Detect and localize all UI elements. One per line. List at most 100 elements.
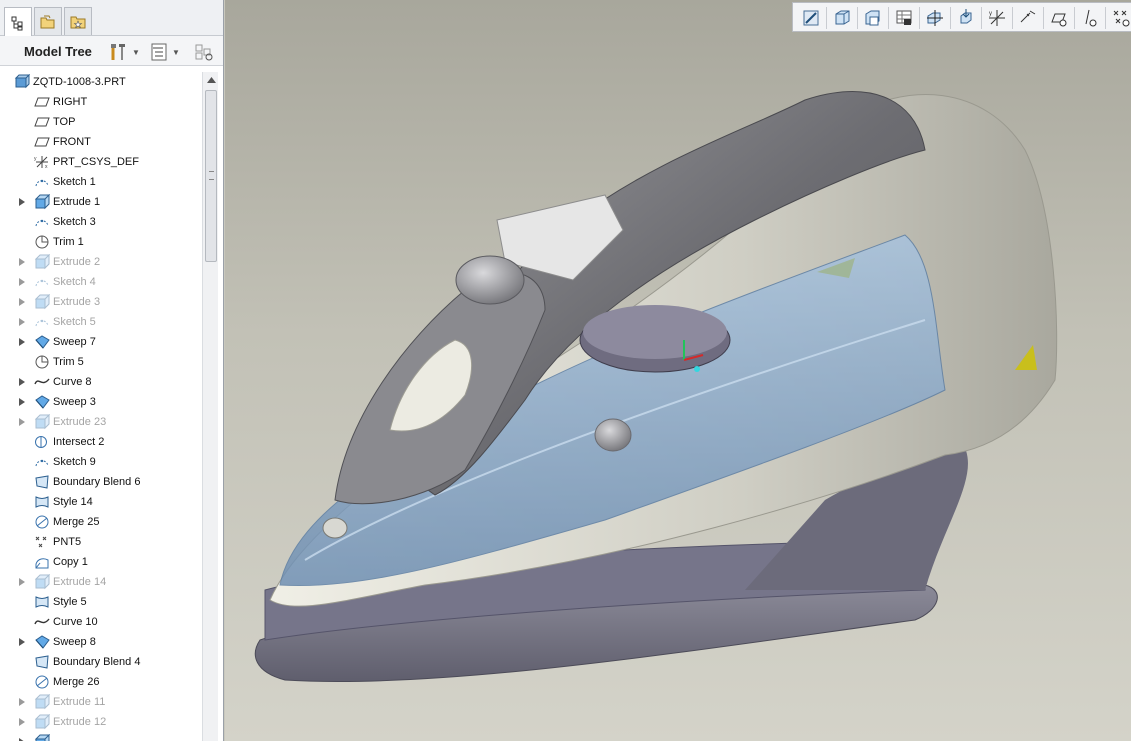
tree-item-label: Extrude 3 (53, 296, 101, 308)
tree-item[interactable]: Sketch 3 (6, 212, 202, 232)
tree-item[interactable]: Extrude 2 (6, 252, 202, 272)
tree-item[interactable]: Style 5 (6, 592, 202, 612)
tree-item-label: PRT_CSYS_DEF (53, 156, 139, 168)
tree-item[interactable]: Extrude 3 (6, 292, 202, 312)
saved-views-icon (896, 10, 912, 25)
trim-icon (35, 355, 49, 369)
tree-item-label: Extrude 12 (53, 716, 107, 728)
tree-item[interactable]: Extrude 14 (6, 572, 202, 592)
tree-item-label: Sketch 9 (53, 456, 96, 468)
expand-arrow-icon[interactable] (19, 258, 25, 266)
side-knob (594, 418, 632, 452)
expand-arrow-icon[interactable] (19, 418, 25, 426)
tree-root-part[interactable]: ZQTD-1008-3.PRT (6, 72, 202, 92)
tree-item[interactable]: Sketch 9 (6, 452, 202, 472)
tree-item[interactable]: FRONT (6, 132, 202, 152)
tree-item-label: FRONT (53, 136, 91, 148)
tree-item[interactable]: Boundary Blend 6 (6, 472, 202, 492)
svg-text:y: y (34, 156, 37, 162)
tree-item-label: TOP (53, 116, 76, 128)
tab-folder-browser[interactable] (34, 7, 62, 35)
folder-browser-tab-icon (40, 15, 55, 28)
tree-item[interactable]: Sweep 3 (6, 392, 202, 412)
expand-arrow-icon[interactable] (19, 638, 25, 646)
tree-item[interactable]: Merge 25 (6, 512, 202, 532)
tree-settings-button[interactable]: ▼ (108, 42, 140, 62)
toolbar-separator (950, 7, 951, 29)
graphics-viewport[interactable]: y (225, 0, 1131, 741)
csys-display-icon: y (989, 10, 1005, 26)
plane-display-icon (1020, 10, 1036, 23)
scroll-thumb[interactable] (205, 90, 217, 262)
datum-plane-icon (34, 117, 50, 127)
saved-views-button[interactable] (890, 5, 918, 31)
favorites-tab-icon (70, 16, 86, 28)
expand-arrow-icon[interactable] (19, 718, 25, 726)
tree-item[interactable]: Extrude 12 (6, 712, 202, 732)
tree-item[interactable]: PNT5 (6, 532, 202, 552)
tree-item[interactable]: TOP (6, 112, 202, 132)
spin-center-button[interactable] (921, 5, 949, 31)
svg-text:y: y (989, 11, 992, 17)
expand-arrow-icon[interactable] (19, 198, 25, 206)
sketch-icon (35, 179, 49, 187)
tree-item[interactable]: Extrude 23 (6, 412, 202, 432)
view-orient-button[interactable] (859, 5, 887, 31)
expand-arrow-icon[interactable] (19, 398, 25, 406)
expand-arrow-icon[interactable] (19, 278, 25, 286)
tree-item-label: RIGHT (53, 96, 88, 108)
expand-arrow-icon[interactable] (19, 698, 25, 706)
scroll-up-button[interactable] (203, 72, 219, 88)
zoom-fit-button[interactable] (828, 5, 856, 31)
tree-item[interactable]: Curve 10 (6, 612, 202, 632)
tree-item[interactable]: Extrude 11 (6, 692, 202, 712)
expand-arrow-icon[interactable] (19, 318, 25, 326)
csys-tag-display-button[interactable] (1107, 5, 1131, 31)
plane-display-button[interactable] (1014, 5, 1042, 31)
tree-item[interactable]: Copy 1 (6, 552, 202, 572)
iron-model-render (254, 91, 1058, 683)
tree-item[interactable]: Intersect 2 (6, 432, 202, 452)
tree-item[interactable]: Sketch 1 (6, 172, 202, 192)
tree-item[interactable]: Sketch 5 (6, 312, 202, 332)
tree-item-label: Extrude 11 (53, 696, 106, 708)
tree-item[interactable]: y x PRT_CSYS_DEF (6, 152, 202, 172)
tree-item[interactable]: Boundary Blend 4 (6, 652, 202, 672)
curve-icon (34, 378, 50, 385)
repaint-button[interactable] (797, 5, 825, 31)
tree-item[interactable]: Sketch 4 (6, 272, 202, 292)
tab-favorites[interactable] (64, 7, 92, 35)
spin-center-icon (927, 10, 943, 26)
navigator-panel: Model Tree ▼ ▼ ZQTD-1008-3.PRT RIGHT TOP FR… (0, 0, 224, 741)
axis-display-button[interactable] (1045, 5, 1073, 31)
tree-item-label: Sketch 4 (53, 276, 96, 288)
tree-item[interactable]: Sweep 8 (6, 632, 202, 652)
tree-filter-button[interactable]: ▼ (150, 42, 180, 62)
tree-item[interactable]: RIGHT (6, 92, 202, 112)
csys-display-button[interactable]: y (983, 5, 1011, 31)
tree-item[interactable] (6, 732, 202, 741)
expand-arrow-icon[interactable] (19, 378, 25, 386)
tree-item-label: Style 14 (53, 496, 93, 508)
expand-arrow-icon[interactable] (19, 298, 25, 306)
point-display-button[interactable] (1076, 5, 1104, 31)
extrude-icon (34, 694, 50, 710)
show-columns-button[interactable] (194, 42, 216, 62)
tree-item[interactable]: Trim 1 (6, 232, 202, 252)
tree-item[interactable]: Curve 8 (6, 372, 202, 392)
datum-display-button[interactable] (952, 5, 980, 31)
tree-item[interactable]: Trim 5 (6, 352, 202, 372)
tree-item[interactable]: Sweep 7 (6, 332, 202, 352)
tree-item[interactable]: Extrude 1 (6, 192, 202, 212)
tree-item[interactable]: Merge 26 (6, 672, 202, 692)
datum-display-icon (960, 9, 972, 24)
tree-item[interactable]: Style 14 (6, 492, 202, 512)
extrude-icon (34, 734, 50, 741)
tab-model-tree[interactable] (4, 7, 32, 37)
expand-arrow-icon[interactable] (19, 578, 25, 586)
curve-icon (34, 618, 50, 625)
style-icon (35, 496, 49, 508)
expand-arrow-icon[interactable] (19, 338, 25, 346)
tree-scrollbar[interactable] (202, 72, 218, 741)
tree-item-label: Extrude 2 (53, 256, 101, 268)
